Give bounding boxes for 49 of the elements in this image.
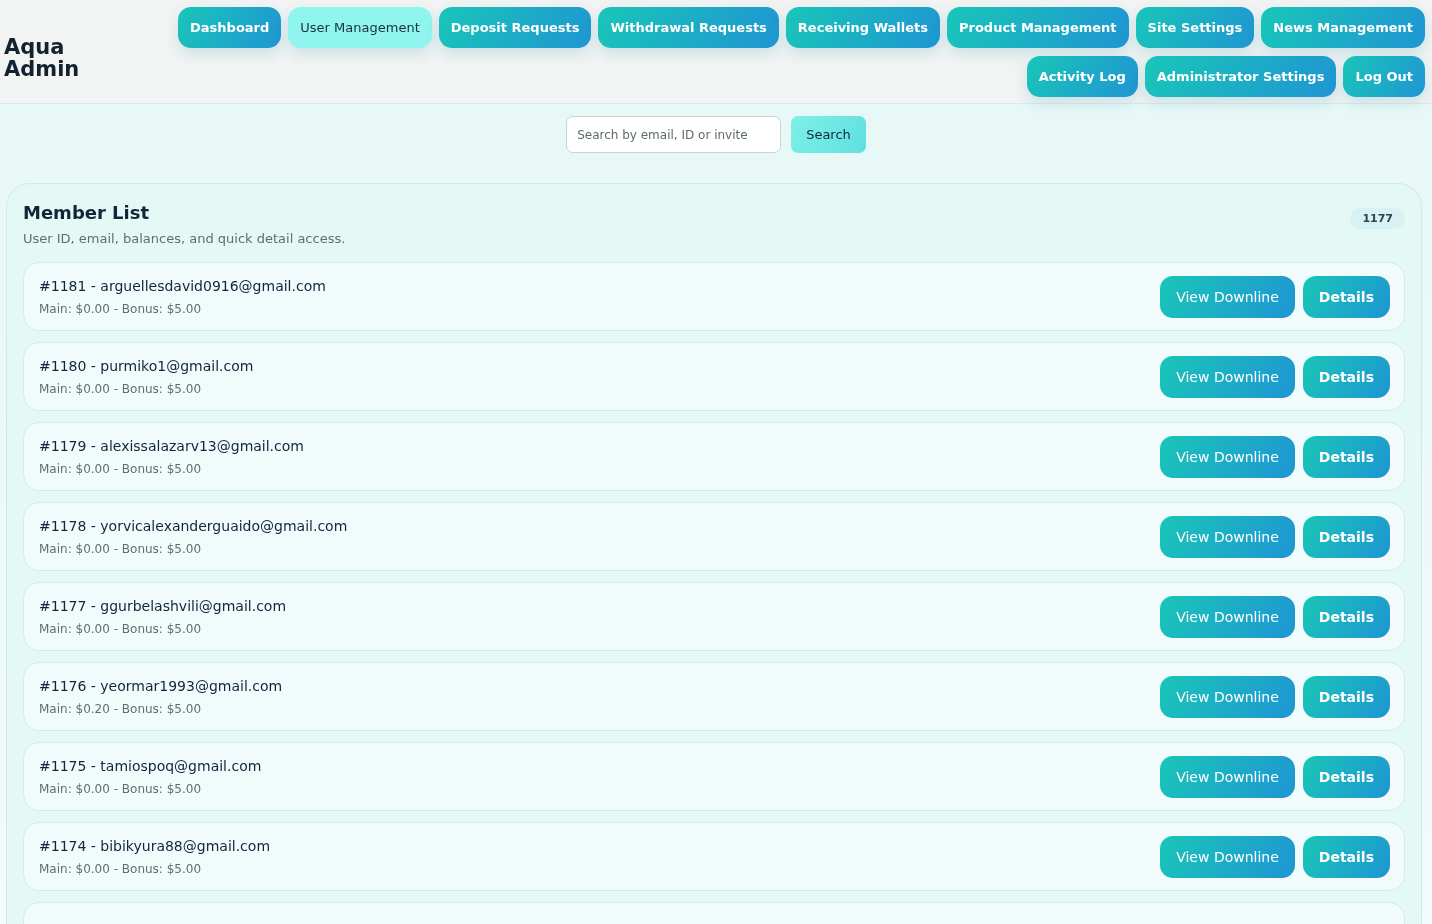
- nav-tab[interactable]: Receiving Wallets: [785, 7, 940, 48]
- search-field[interactable]: Search by email, ID or invite: [566, 116, 782, 153]
- panel-subtitle: User ID, email, balances, and quick detail access.: [23, 231, 346, 246]
- nav-tab[interactable]: Dashboard: [178, 7, 282, 48]
- nav-tab[interactable]: User Management: [288, 7, 432, 48]
- nav-tab[interactable]: Site Settings: [1135, 7, 1255, 48]
- details-button[interactable]: Details: [1302, 515, 1390, 558]
- member-balances: Main: $0.20 - Bonus: $5.00: [39, 701, 203, 716]
- nav-tab[interactable]: Deposit Requests: [438, 7, 592, 48]
- member-title: #1175 - tamiospoq@gmail.com: [39, 757, 262, 774]
- view-downline-button[interactable]: View Downline: [1160, 835, 1295, 878]
- member-title: #1179 - alexissalazarv13@gmail.com: [39, 437, 304, 454]
- view-downline-button[interactable]: View Downline: [1160, 355, 1295, 398]
- nav-tab[interactable]: News Management: [1261, 7, 1425, 48]
- view-downline-button[interactable]: View Downline: [1160, 595, 1295, 638]
- member-title: #1178 - yorvicalexanderguaido@gmail.com: [39, 517, 348, 534]
- member-title: #1176 - yeormar1993@gmail.com: [39, 677, 283, 694]
- panel-title: Member List: [23, 202, 151, 223]
- view-downline-button[interactable]: View Downline: [1160, 675, 1295, 718]
- details-button[interactable]: Details: [1302, 435, 1390, 478]
- member-title: #1180 - purmiko1@gmail.com: [39, 357, 254, 374]
- member-title: #1181 - arguellesdavid0916@gmail.com: [39, 277, 326, 294]
- nav-tab[interactable]: Log Out: [1343, 56, 1425, 97]
- nav-tab[interactable]: Activity Log: [1026, 56, 1138, 97]
- nav-tab[interactable]: Product Management: [947, 7, 1129, 48]
- details-button[interactable]: Details: [1302, 835, 1390, 878]
- view-downline-button[interactable]: View Downline: [1160, 435, 1295, 478]
- details-button[interactable]: Details: [1302, 595, 1390, 638]
- member-balances: Main: $0.00 - Bonus: $5.00: [39, 541, 203, 556]
- view-downline-button[interactable]: View Downline: [1160, 515, 1295, 558]
- view-downline-button[interactable]: View Downline: [1160, 275, 1295, 318]
- search-button[interactable]: Search: [791, 116, 866, 153]
- member-balances: Main: $0.00 - Bonus: $5.00: [39, 781, 203, 796]
- view-downline-button[interactable]: View Downline: [1160, 755, 1295, 798]
- member-balances: Main: $0.00 - Bonus: $5.00: [39, 621, 203, 636]
- member-title: #1177 - ggurbelashvili@gmail.com: [39, 597, 287, 614]
- details-button[interactable]: Details: [1302, 275, 1390, 318]
- nav-tab[interactable]: Administrator Settings: [1144, 56, 1337, 97]
- nav-tab[interactable]: Withdrawal Requests: [598, 7, 779, 48]
- member-title: #1174 - bibikyura88@gmail.com: [39, 837, 270, 854]
- details-button[interactable]: Details: [1302, 355, 1390, 398]
- member-balances: Main: $0.00 - Bonus: $5.00: [39, 301, 203, 316]
- member-balances: Main: $0.00 - Bonus: $5.00: [39, 381, 203, 396]
- details-button[interactable]: Details: [1302, 755, 1390, 798]
- member-balances: Main: $0.00 - Bonus: $5.00: [39, 861, 203, 876]
- brand-logo: Aqua Admin: [4, 36, 80, 80]
- member-balances: Main: $0.00 - Bonus: $5.00: [39, 461, 203, 476]
- details-button[interactable]: Details: [1302, 675, 1390, 718]
- member-count: 1177: [1350, 208, 1405, 229]
